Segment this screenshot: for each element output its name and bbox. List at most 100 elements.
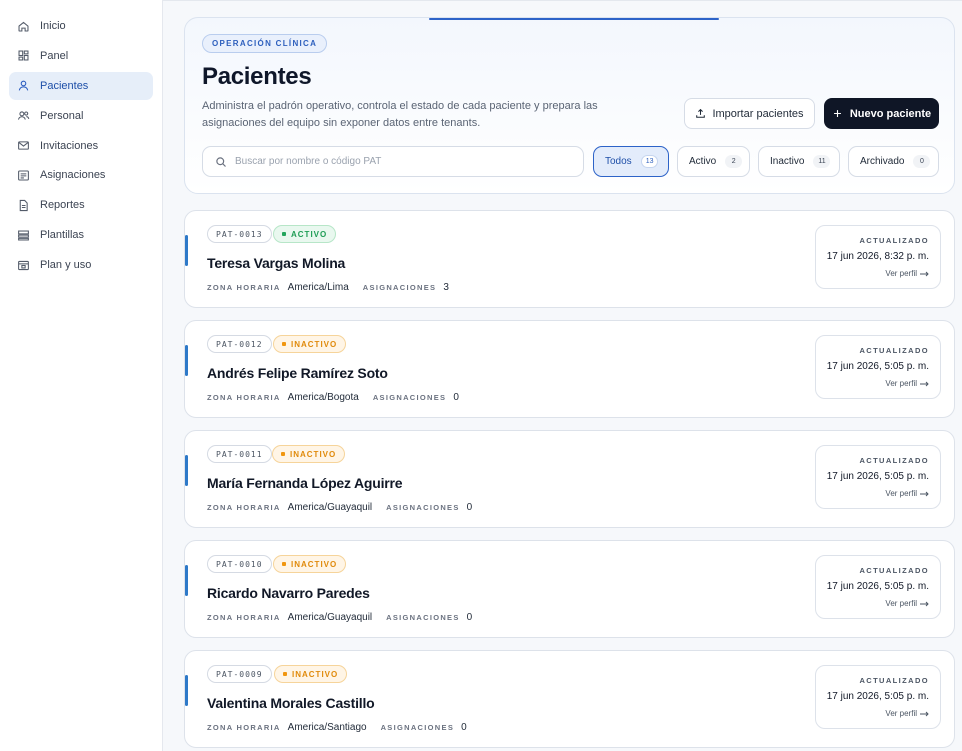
updated-label: ACTUALIZADO bbox=[859, 236, 929, 245]
timezone-label: ZONA HORARIA bbox=[207, 393, 281, 402]
view-profile-label: Ver perfil bbox=[885, 709, 917, 718]
new-patient-button[interactable]: Nuevo paciente bbox=[824, 98, 939, 129]
search-input[interactable] bbox=[235, 156, 555, 167]
updated-date: 17 jun 2026, 8:32 p. m. bbox=[826, 251, 929, 262]
file-icon bbox=[17, 199, 30, 212]
sidebar-item-personal[interactable]: Personal bbox=[9, 102, 153, 130]
view-profile-link[interactable]: Ver perfil bbox=[885, 379, 929, 388]
status-dot bbox=[282, 342, 286, 346]
filter-count: 13 bbox=[640, 155, 659, 168]
view-profile-label: Ver perfil bbox=[885, 599, 917, 608]
filter-inactivo[interactable]: Inactivo 11 bbox=[758, 146, 840, 177]
timezone-label: ZONA HORARIA bbox=[207, 613, 281, 622]
arrow-right-icon bbox=[920, 381, 929, 386]
patient-card[interactable]: PAT-0013 ACTIVO Teresa Vargas Molina ZON… bbox=[184, 210, 955, 308]
updated-box: ACTUALIZADO 17 jun 2026, 5:05 p. m. Ver … bbox=[815, 445, 941, 509]
updated-box: ACTUALIZADO 17 jun 2026, 5:05 p. m. Ver … bbox=[815, 555, 941, 619]
patient-code-badge: PAT-0013 bbox=[207, 225, 272, 243]
patient-meta: ZONA HORARIA America/Guayaquil ASIGNACIO… bbox=[207, 502, 486, 513]
status-badge: INACTIVO bbox=[274, 665, 348, 683]
sidebar-item-plantillas[interactable]: Plantillas bbox=[9, 221, 153, 249]
sidebar-item-panel[interactable]: Panel bbox=[9, 42, 153, 70]
filter-count: 11 bbox=[813, 155, 831, 168]
import-patients-button[interactable]: Importar pacientes bbox=[684, 98, 815, 129]
patient-name: Valentina Morales Castillo bbox=[207, 695, 375, 711]
mail-icon bbox=[17, 139, 30, 152]
updated-label: ACTUALIZADO bbox=[859, 676, 929, 685]
updated-date: 17 jun 2026, 5:05 p. m. bbox=[826, 361, 929, 372]
status-label: ACTIVO bbox=[291, 229, 328, 239]
patient-card[interactable]: PAT-0011 INACTIVO María Fernanda López A… bbox=[184, 430, 955, 528]
timezone-value: America/Lima bbox=[287, 282, 349, 293]
filter-archivado[interactable]: Archivado 0 bbox=[848, 146, 939, 177]
patient-card[interactable]: PAT-0010 INACTIVO Ricardo Navarro Parede… bbox=[184, 540, 955, 638]
top-divider bbox=[163, 0, 962, 1]
filter-count: 0 bbox=[913, 155, 931, 168]
sidebar-item-reportes[interactable]: Reportes bbox=[9, 191, 153, 219]
grid-icon bbox=[17, 49, 30, 62]
patient-code-badge: PAT-0011 bbox=[207, 445, 272, 463]
sidebar-item-label: Panel bbox=[40, 49, 69, 62]
patient-card[interactable]: PAT-0012 INACTIVO Andrés Felipe Ramírez … bbox=[184, 320, 955, 418]
view-profile-link[interactable]: Ver perfil bbox=[885, 599, 929, 608]
status-label: INACTIVO bbox=[292, 669, 339, 679]
status-label: INACTIVO bbox=[291, 339, 338, 349]
patient-name: Ricardo Navarro Paredes bbox=[207, 585, 370, 601]
patient-card[interactable]: PAT-0009 INACTIVO Valentina Morales Cast… bbox=[184, 650, 955, 748]
filter-todos[interactable]: Todos 13 bbox=[593, 146, 669, 177]
sidebar-item-inicio[interactable]: Inicio bbox=[9, 12, 153, 40]
status-label: INACTIVO bbox=[290, 449, 337, 459]
main-content: OPERACIÓN CLÍNICA Pacientes Administra e… bbox=[163, 0, 962, 751]
sidebar-item-label: Asignaciones bbox=[40, 169, 106, 182]
status-badge: INACTIVO bbox=[273, 555, 347, 573]
updated-date: 17 jun 2026, 5:05 p. m. bbox=[826, 471, 929, 482]
patient-code-badge: PAT-0009 bbox=[207, 665, 272, 683]
patient-name: Andrés Felipe Ramírez Soto bbox=[207, 365, 388, 381]
page-description: Administra el padrón operativo, controla… bbox=[202, 100, 598, 129]
filter-count: 2 bbox=[725, 155, 743, 168]
status-badge: INACTIVO bbox=[273, 335, 347, 353]
sidebar-item-label: Invitaciones bbox=[40, 139, 99, 152]
view-profile-link[interactable]: Ver perfil bbox=[885, 709, 929, 718]
updated-date: 17 jun 2026, 5:05 p. m. bbox=[826, 691, 929, 702]
sidebar-item-label: Plantillas bbox=[40, 229, 85, 242]
status-label: INACTIVO bbox=[291, 559, 338, 569]
user-icon bbox=[17, 79, 30, 92]
view-profile-link[interactable]: Ver perfil bbox=[885, 489, 929, 498]
sidebar-item-asignaciones[interactable]: Asignaciones bbox=[9, 161, 153, 189]
arrow-right-icon bbox=[920, 271, 929, 276]
card-accent-bar bbox=[185, 345, 188, 376]
updated-label: ACTUALIZADO bbox=[859, 346, 929, 355]
timezone-value: America/Bogota bbox=[287, 392, 359, 403]
patient-meta: ZONA HORARIA America/Lima ASIGNACIONES 3 bbox=[207, 282, 463, 293]
users-icon bbox=[17, 109, 30, 122]
assignments-label: ASIGNACIONES bbox=[386, 613, 460, 622]
timezone-value: America/Santiago bbox=[287, 722, 367, 733]
assignments-value: 0 bbox=[466, 612, 473, 623]
sidebar-item-label: Personal bbox=[40, 109, 84, 122]
view-profile-label: Ver perfil bbox=[885, 489, 917, 498]
updated-label: ACTUALIZADO bbox=[859, 566, 929, 575]
status-dot bbox=[283, 672, 287, 676]
card-accent-bar bbox=[185, 455, 188, 486]
updated-box: ACTUALIZADO 17 jun 2026, 5:05 p. m. Ver … bbox=[815, 335, 941, 399]
filter-label: Archivado bbox=[860, 156, 905, 167]
sidebar-item-pacientes[interactable]: Pacientes bbox=[9, 71, 153, 100]
new-patient-label: Nuevo paciente bbox=[849, 107, 932, 120]
sidebar-item-invitaciones[interactable]: Invitaciones bbox=[9, 132, 153, 160]
filter-activo[interactable]: Activo 2 bbox=[677, 146, 750, 177]
timezone-value: America/Guayaquil bbox=[287, 502, 373, 513]
import-patients-label: Importar pacientes bbox=[712, 107, 804, 120]
list-icon bbox=[17, 169, 30, 182]
arrow-right-icon bbox=[920, 491, 929, 496]
home-icon bbox=[17, 20, 30, 33]
patient-name: María Fernanda López Aguirre bbox=[207, 475, 403, 491]
timezone-label: ZONA HORARIA bbox=[207, 723, 281, 732]
status-dot bbox=[282, 232, 286, 236]
assignments-value: 3 bbox=[443, 282, 449, 293]
view-profile-link[interactable]: Ver perfil bbox=[885, 269, 929, 278]
search-box[interactable] bbox=[202, 146, 584, 177]
assignments-value: 0 bbox=[461, 722, 467, 733]
status-badge: ACTIVO bbox=[273, 225, 337, 243]
sidebar-item-plan-y-uso[interactable]: Plan y uso bbox=[9, 251, 153, 279]
